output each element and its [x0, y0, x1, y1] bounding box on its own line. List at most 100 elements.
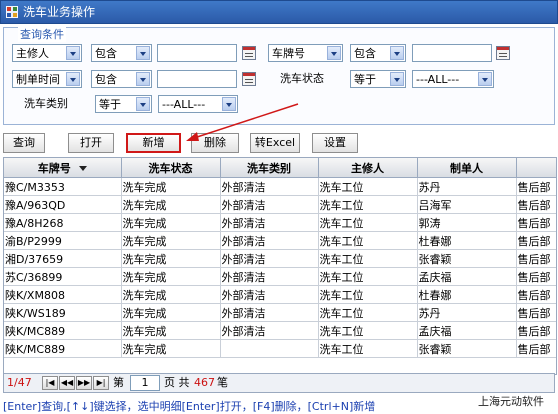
table-cell: 洗车工位 [318, 249, 418, 268]
field2-select[interactable]: 车牌号 [268, 44, 343, 62]
value1-input[interactable] [157, 44, 237, 62]
status-value-select[interactable]: ---ALL--- [412, 70, 494, 88]
field1-select-value: 主修人 [16, 47, 49, 60]
op2-select-value: 包含 [354, 47, 376, 60]
table-cell: 售后部 [516, 195, 556, 214]
table-cell: 湘D/37659 [4, 249, 122, 268]
sort-down-icon[interactable] [78, 166, 87, 171]
last-page-icon[interactable]: ▶| [93, 376, 109, 390]
first-page-icon[interactable]: |◀ [42, 376, 58, 390]
add-button[interactable]: 新增 [126, 133, 181, 153]
calendar-icon[interactable] [242, 72, 256, 86]
chevron-down-icon [66, 72, 80, 86]
prev-page-icon[interactable]: ◀◀ [59, 376, 75, 390]
table-cell: 外部清洁 [220, 303, 319, 322]
window-title: 洗车业务操作 [23, 5, 96, 19]
column-header-mechanic[interactable]: 主修人 [318, 158, 418, 178]
query-button[interactable]: 查询 [3, 133, 45, 153]
table-cell: 陕K/XM808 [4, 285, 122, 304]
field3-select[interactable]: 制单时间 [12, 70, 82, 88]
column-header-type[interactable]: 洗车类别 [220, 158, 319, 178]
type-op-select[interactable]: 等于 [95, 95, 152, 113]
query-legend: 查询条件 [18, 26, 66, 42]
table-cell: 外部清洁 [220, 267, 319, 286]
column-header-plate[interactable]: 车牌号 [4, 158, 122, 178]
open-button[interactable]: 打开 [68, 133, 114, 153]
type-op-select-value: 等于 [99, 98, 121, 111]
table-cell: 洗车完成 [121, 249, 221, 268]
table-cell: 孟庆福 [417, 267, 517, 286]
table-row[interactable]: 豫A/963QD 洗车完成 外部清洁 洗车工位 吕海军 售后部 [4, 195, 556, 214]
table-row[interactable]: 湘D/37659 洗车完成 外部清洁 洗车工位 张睿颖 售后部 [4, 249, 556, 268]
value2-input[interactable] [412, 44, 492, 62]
table-cell: 洗车工位 [318, 195, 418, 214]
table-row[interactable]: 豫A/8H268 洗车完成 外部清洁 洗车工位 郭涛 售后部 [4, 213, 556, 232]
table-cell: 外部清洁 [220, 321, 319, 340]
table-cell: 洗车工位 [318, 267, 418, 286]
table-cell: 豫A/8H268 [4, 213, 122, 232]
keyboard-hint: [Enter]查询,[↑↓]键选择，选中明细[Enter]打开，[F4]删除，[… [3, 400, 376, 413]
op2-select[interactable]: 包含 [350, 44, 406, 62]
table-row[interactable]: 陕K/WS189 洗车完成 外部清洁 洗车工位 苏丹 售后部 [4, 303, 556, 322]
table-cell: 外部清洁 [220, 249, 319, 268]
table-cell: 洗车工位 [318, 285, 418, 304]
data-table: 车牌号 洗车状态 洗车类别 主修人 制单人 豫C/M3353 洗车完成 外部清洁 洗车… [4, 158, 556, 358]
column-header-creator[interactable]: 制单人 [417, 158, 517, 178]
window-title-bar: 洗车业务操作 [0, 0, 558, 24]
wash-type-label: 洗车类别 [24, 97, 68, 110]
value3-input[interactable] [157, 70, 237, 88]
table-row[interactable]: 豫C/M3353 洗车完成 外部清洁 洗车工位 苏丹 售后部 [4, 177, 556, 196]
table-row[interactable]: 陕K/MC889 洗车完成 外部清洁 洗车工位 孟庆福 售后部 [4, 321, 556, 340]
table-cell: 外部清洁 [220, 177, 319, 196]
table-cell: 郭涛 [417, 213, 517, 232]
table-cell: 洗车完成 [121, 267, 221, 286]
table-row[interactable]: 渝B/P2999 洗车完成 外部清洁 洗车工位 杜春娜 售后部 [4, 231, 556, 250]
table-row[interactable]: 陕K/MC889 洗车完成 洗车工位 张睿颖 售后部 [4, 339, 556, 358]
wash-status-label: 洗车状态 [280, 72, 324, 85]
table-cell: 陕K/WS189 [4, 303, 122, 322]
column-header-status[interactable]: 洗车状态 [121, 158, 221, 178]
calendar-icon[interactable] [242, 46, 256, 60]
table-cell: 售后部 [516, 213, 556, 232]
table-cell: 洗车完成 [121, 339, 221, 358]
table-cell: 洗车工位 [318, 177, 418, 196]
calendar-icon[interactable] [496, 46, 510, 60]
page-mid-text: 页 共 [164, 376, 190, 389]
table-header-row: 车牌号 洗车状态 洗车类别 主修人 制单人 [4, 158, 556, 178]
field3-select-value: 制单时间 [16, 73, 60, 86]
chevron-down-icon [390, 46, 404, 60]
table-cell: 张睿颖 [417, 339, 517, 358]
table-cell: 杜春娜 [417, 231, 517, 250]
table-row[interactable]: 陕K/XM808 洗车完成 外部清洁 洗车工位 杜春娜 售后部 [4, 285, 556, 304]
table-cell: 洗车完成 [121, 285, 221, 304]
status-op-select[interactable]: 等于 [350, 70, 406, 88]
next-page-icon[interactable]: ▶▶ [76, 376, 92, 390]
status-value-select-value: ---ALL--- [416, 73, 460, 86]
settings-button[interactable]: 设置 [312, 133, 358, 153]
page-number-input[interactable]: 1 [130, 375, 160, 391]
chevron-down-icon [136, 72, 150, 86]
table-cell: 洗车工位 [318, 213, 418, 232]
type-value-select[interactable]: ---ALL--- [158, 95, 238, 113]
op1-select[interactable]: 包含 [91, 44, 152, 62]
page-prefix: 第 [113, 376, 124, 389]
page-info: 1/47 [7, 376, 32, 389]
pager: 1/47 |◀ ◀◀ ▶▶ ▶| 第 1 页 共 467 笔 [3, 373, 555, 393]
table-cell: 杜春娜 [417, 285, 517, 304]
chevron-down-icon [222, 97, 236, 111]
table-cell: 售后部 [516, 249, 556, 268]
export-excel-button[interactable]: 转Excel [250, 133, 300, 153]
table-cell: 吕海军 [417, 195, 517, 214]
op1-select-value: 包含 [95, 47, 117, 60]
table-cell: 孟庆福 [417, 321, 517, 340]
field1-select[interactable]: 主修人 [12, 44, 82, 62]
table-cell: 洗车工位 [318, 303, 418, 322]
chevron-down-icon [478, 72, 492, 86]
op3-select[interactable]: 包含 [91, 70, 152, 88]
table-row[interactable]: 苏C/36899 洗车完成 外部清洁 洗车工位 孟庆福 售后部 [4, 267, 556, 286]
table-cell: 售后部 [516, 231, 556, 250]
chevron-down-icon [66, 46, 80, 60]
delete-button[interactable]: 删除 [191, 133, 239, 153]
column-header-extra[interactable] [516, 158, 556, 178]
data-grid: 车牌号 洗车状态 洗车类别 主修人 制单人 豫C/M3353 洗车完成 外部清洁 洗车… [3, 157, 557, 375]
